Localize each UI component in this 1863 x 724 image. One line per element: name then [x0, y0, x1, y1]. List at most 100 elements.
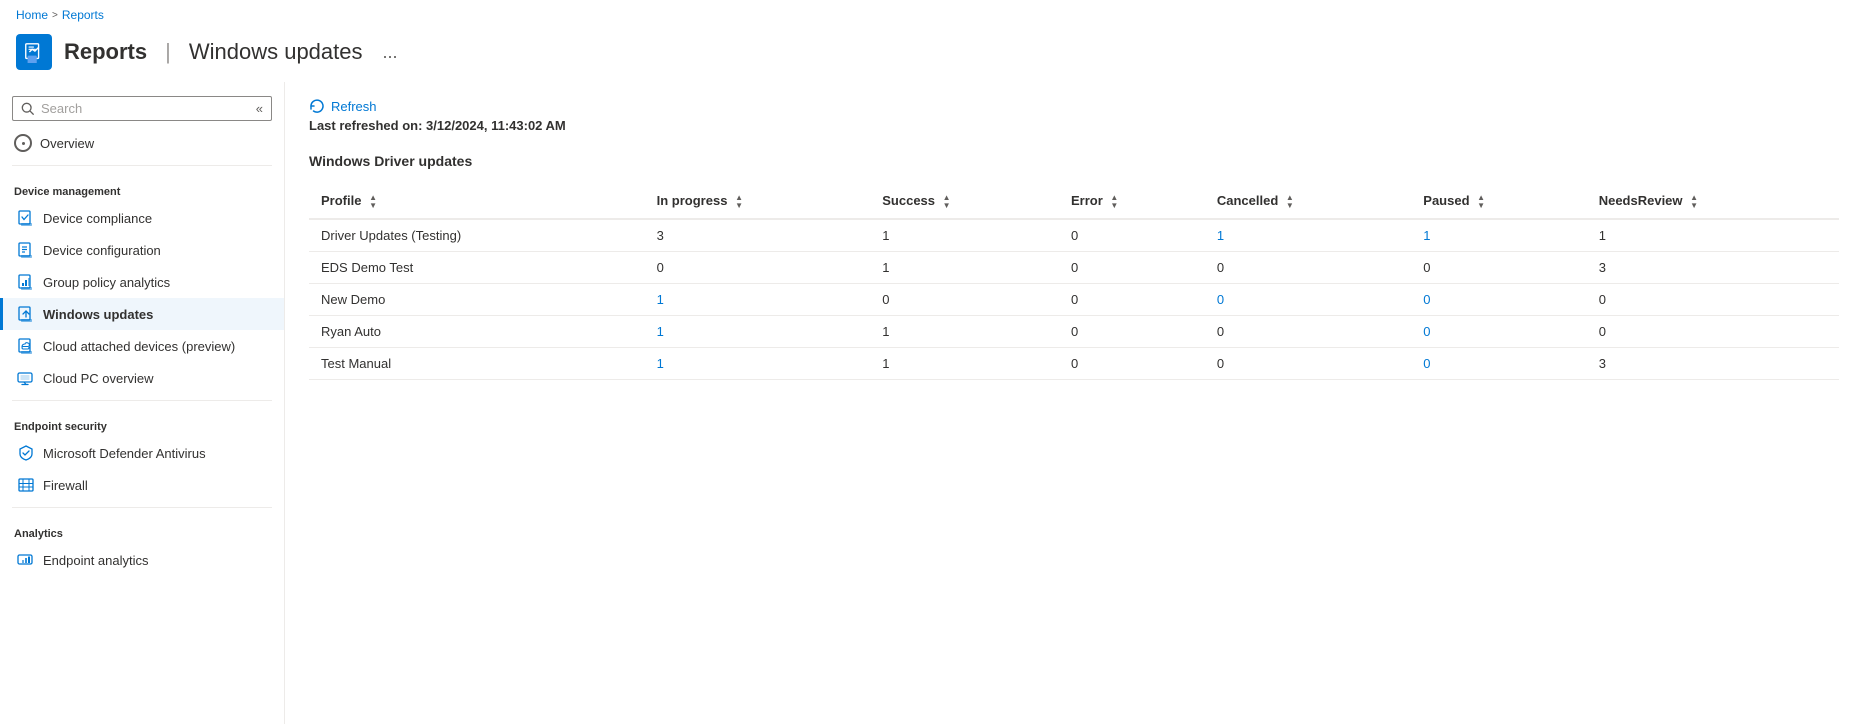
cell-cancelled-4: 0 [1205, 347, 1411, 379]
cell-needs-review-1: 3 [1587, 251, 1839, 283]
sidebar-label-cloud-attached-devices: Cloud attached devices (preview) [43, 339, 235, 354]
cell-error-4: 0 [1059, 347, 1205, 379]
cell-cancelled-1: 0 [1205, 251, 1411, 283]
overview-icon [14, 134, 32, 152]
cell-in-progress-0: 3 [645, 219, 871, 252]
cell-cancelled-3: 0 [1205, 315, 1411, 347]
refresh-button[interactable]: Refresh [309, 98, 377, 114]
table-header-row: Profile ▲▼ In progress ▲▼ Success ▲▼ Err… [309, 185, 1839, 219]
sidebar-divider-3 [12, 507, 272, 508]
cell-cancelled-2[interactable]: 0 [1205, 283, 1411, 315]
cell-paused-3[interactable]: 0 [1411, 315, 1586, 347]
col-header-success[interactable]: Success ▲▼ [870, 185, 1059, 219]
cell-needs-review-4: 3 [1587, 347, 1839, 379]
cell-profile-4: Test Manual [309, 347, 645, 379]
col-header-paused[interactable]: Paused ▲▼ [1411, 185, 1586, 219]
cell-needs-review-0: 1 [1587, 219, 1839, 252]
page-title-subtitle: Windows updates [189, 39, 363, 65]
windows-driver-updates-table: Profile ▲▼ In progress ▲▼ Success ▲▼ Err… [309, 185, 1839, 380]
sidebar-item-device-configuration[interactable]: Device configuration [0, 234, 284, 266]
last-refreshed-label: Last refreshed on: 3/12/2024, 11:43:02 A… [309, 118, 1839, 133]
search-icon [21, 102, 35, 116]
breadcrumb-reports[interactable]: Reports [62, 8, 104, 22]
sidebar-item-cloud-pc-overview[interactable]: Cloud PC overview [0, 362, 284, 394]
table-row: EDS Demo Test010003 [309, 251, 1839, 283]
sidebar-item-endpoint-analytics[interactable]: Endpoint analytics [0, 544, 284, 576]
sidebar-label-device-configuration: Device configuration [43, 243, 161, 258]
sidebar-section-analytics: Analytics [0, 514, 284, 544]
sidebar-section-device-management: Device management [0, 172, 284, 202]
sidebar-item-device-compliance[interactable]: Device compliance [0, 202, 284, 234]
sidebar-item-firewall[interactable]: Firewall [0, 469, 284, 501]
refresh-icon [309, 98, 325, 114]
page-header-ellipsis[interactable]: ... [383, 42, 398, 63]
cell-profile-0: Driver Updates (Testing) [309, 219, 645, 252]
breadcrumb-home[interactable]: Home [16, 8, 48, 22]
collapse-button[interactable]: « [256, 101, 263, 116]
sidebar-section-endpoint-security: Endpoint security [0, 407, 284, 437]
sidebar-divider-2 [12, 400, 272, 401]
table-row: Driver Updates (Testing)310111 [309, 219, 1839, 252]
cell-in-progress-4[interactable]: 1 [645, 347, 871, 379]
sidebar-divider-1 [12, 165, 272, 166]
sidebar-label-windows-updates: Windows updates [43, 307, 153, 322]
col-header-error[interactable]: Error ▲▼ [1059, 185, 1205, 219]
cell-profile-3: Ryan Auto [309, 315, 645, 347]
sidebar-item-overview[interactable]: Overview [0, 127, 284, 159]
cell-error-2: 0 [1059, 283, 1205, 315]
device-compliance-icon [17, 209, 35, 227]
sort-icon-needs-review[interactable]: ▲▼ [1690, 194, 1698, 210]
page-header: Reports | Windows updates ... [0, 30, 1863, 82]
sidebar-label-group-policy-analytics: Group policy analytics [43, 275, 170, 290]
cloud-pc-overview-icon [17, 369, 35, 387]
cell-in-progress-1: 0 [645, 251, 871, 283]
sidebar-label-device-compliance: Device compliance [43, 211, 152, 226]
sort-icon-success[interactable]: ▲▼ [943, 194, 951, 210]
sidebar-item-group-policy-analytics[interactable]: Group policy analytics [0, 266, 284, 298]
sidebar-item-microsoft-defender-antivirus[interactable]: Microsoft Defender Antivirus [0, 437, 284, 469]
search-box[interactable]: « [12, 96, 272, 121]
main-content: Refresh Last refreshed on: 3/12/2024, 11… [285, 82, 1863, 724]
breadcrumb: Home > Reports [0, 0, 1863, 30]
sidebar-item-windows-updates[interactable]: Windows updates [0, 298, 284, 330]
cloud-attached-devices-icon [17, 337, 35, 355]
sort-icon-paused[interactable]: ▲▼ [1477, 194, 1485, 210]
search-input[interactable] [41, 101, 250, 116]
sort-icon-error[interactable]: ▲▼ [1110, 194, 1118, 210]
sidebar-search-container: « [0, 90, 284, 127]
section-title: Windows Driver updates [309, 153, 1839, 169]
cell-success-0: 1 [870, 219, 1059, 252]
windows-updates-icon [17, 305, 35, 323]
col-header-needs-review[interactable]: NeedsReview ▲▼ [1587, 185, 1839, 219]
col-header-cancelled[interactable]: Cancelled ▲▼ [1205, 185, 1411, 219]
table-row: Ryan Auto110000 [309, 315, 1839, 347]
col-header-in-progress[interactable]: In progress ▲▼ [645, 185, 871, 219]
sidebar-label-firewall: Firewall [43, 478, 88, 493]
col-header-profile[interactable]: Profile ▲▼ [309, 185, 645, 219]
sidebar-label-microsoft-defender-antivirus: Microsoft Defender Antivirus [43, 446, 206, 461]
cell-paused-1: 0 [1411, 251, 1586, 283]
refresh-bar: Refresh Last refreshed on: 3/12/2024, 11… [309, 98, 1839, 133]
cell-paused-4[interactable]: 0 [1411, 347, 1586, 379]
sort-icon-in-progress[interactable]: ▲▼ [735, 194, 743, 210]
microsoft-defender-antivirus-icon [17, 444, 35, 462]
cell-profile-1: EDS Demo Test [309, 251, 645, 283]
sidebar: « Overview Device management Device comp… [0, 82, 285, 724]
cell-cancelled-0[interactable]: 1 [1205, 219, 1411, 252]
cell-success-1: 1 [870, 251, 1059, 283]
sort-icon-cancelled[interactable]: ▲▼ [1286, 194, 1294, 210]
cell-paused-0[interactable]: 1 [1411, 219, 1586, 252]
sidebar-item-cloud-attached-devices[interactable]: Cloud attached devices (preview) [0, 330, 284, 362]
cell-error-1: 0 [1059, 251, 1205, 283]
cell-paused-2[interactable]: 0 [1411, 283, 1586, 315]
reports-icon [16, 34, 52, 70]
cell-profile-2: New Demo [309, 283, 645, 315]
cell-success-2: 0 [870, 283, 1059, 315]
page-title-separator: | [165, 39, 171, 65]
cell-success-4: 1 [870, 347, 1059, 379]
cell-error-0: 0 [1059, 219, 1205, 252]
cell-in-progress-3[interactable]: 1 [645, 315, 871, 347]
page-title-reports: Reports [64, 39, 147, 65]
cell-in-progress-2[interactable]: 1 [645, 283, 871, 315]
sort-icon-profile[interactable]: ▲▼ [369, 194, 377, 210]
